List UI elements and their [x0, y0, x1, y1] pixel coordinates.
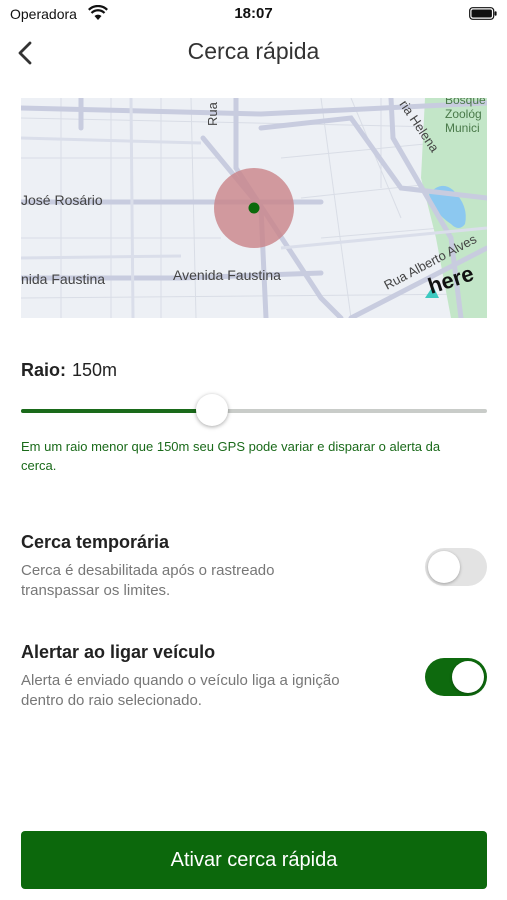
status-time: 18:07: [234, 5, 273, 22]
temporary-fence-toggle[interactable]: [425, 548, 487, 586]
setting-ignition-description: Alerta é enviado quando o veículo liga a…: [21, 672, 340, 709]
radius-slider[interactable]: [21, 394, 487, 428]
setting-temporary-description: Cerca é desabilitada após o rastreado tr…: [21, 562, 275, 599]
map-canvas: Rua José Rosário nida Faustina Avenida F…: [21, 98, 487, 318]
radius-row: Raio: 150m: [21, 360, 117, 381]
map-label-jose-rosario: José Rosário: [21, 192, 103, 208]
page-title: Cerca rápida: [187, 38, 320, 64]
slider-thumb[interactable]: [196, 394, 229, 426]
map-label-bosque: Bosque: [445, 98, 486, 107]
setting-ignition-alert: Alertar ao ligar veículo Alerta é enviad…: [21, 642, 487, 711]
map-label-rua-top: Rua: [205, 101, 220, 126]
slider-track-fill: [21, 409, 213, 413]
map-label-municipal: Munici: [445, 121, 480, 135]
radius-value: 150m: [72, 360, 118, 380]
status-bar: Operadora 18:07: [0, 0, 507, 30]
toggle-knob: [452, 661, 484, 693]
radius-hint: Em um raio menor que 150m seu GPS pode v…: [21, 439, 441, 473]
setting-ignition-title: Alertar ao ligar veículo: [21, 642, 216, 662]
map-label-zoologico: Zoológ: [445, 107, 482, 121]
ignition-alert-toggle[interactable]: [425, 658, 487, 696]
radius-label: Raio:: [21, 360, 66, 380]
battery-icon: [469, 7, 497, 20]
map-label-avenida-faustina-left: nida Faustina: [21, 271, 105, 287]
map-view[interactable]: Rua José Rosário nida Faustina Avenida F…: [21, 98, 487, 318]
map-label-avenida-faustina: Avenida Faustina: [173, 267, 281, 283]
activate-fence-button[interactable]: Ativar cerca rápida: [21, 831, 487, 889]
setting-temporary-title: Cerca temporária: [21, 532, 170, 552]
setting-temporary-fence: Cerca temporária Cerca é desabilitada ap…: [21, 532, 487, 601]
toggle-knob: [428, 551, 460, 583]
nav-bar: Cerca rápida: [0, 30, 507, 80]
geofence-center-icon: [248, 202, 260, 214]
